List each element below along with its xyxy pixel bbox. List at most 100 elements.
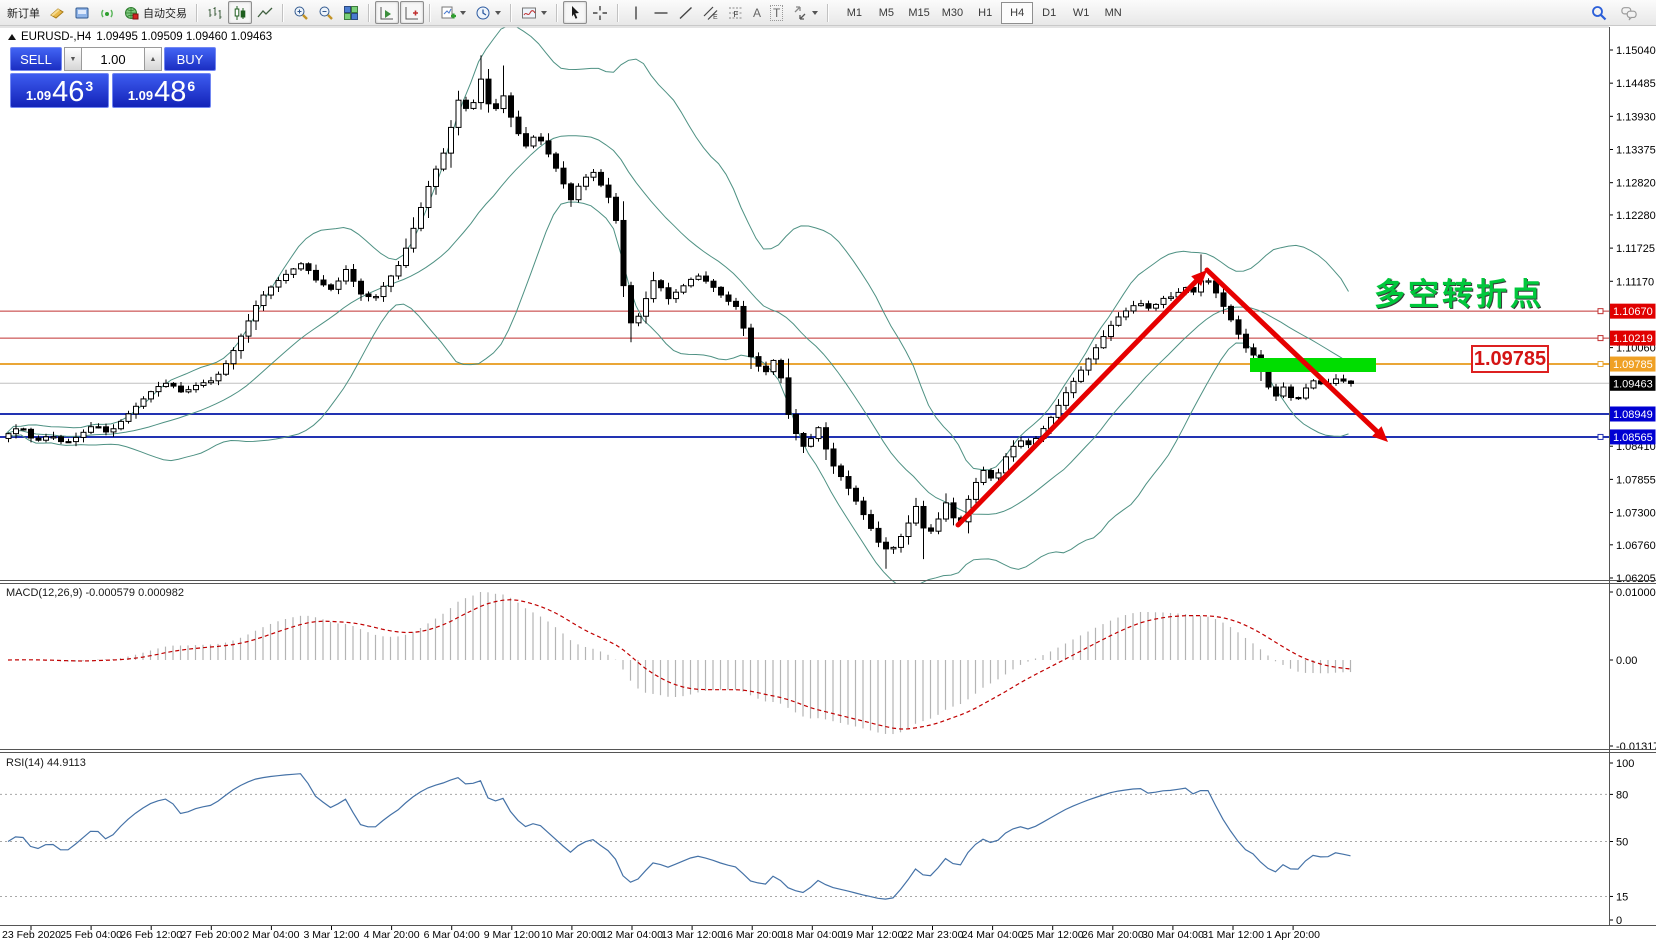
candlestick [621,220,626,285]
gold-pad-icon [49,5,65,21]
bar-chart-button[interactable] [203,1,227,24]
candlestick [599,172,604,185]
candlestick [1109,325,1114,336]
line-handle[interactable] [1598,362,1603,367]
turning-point-annotation[interactable]: 多空转折点 [1374,278,1544,312]
candlestick [254,306,259,321]
timeframe-w1[interactable]: W1 [1065,2,1097,24]
template-icon [521,5,537,21]
fibonacci-button[interactable]: F [724,1,748,24]
price-line-label: 1.09785 [1613,359,1653,371]
line-handle[interactable] [1598,309,1603,314]
tile-windows-button[interactable] [339,1,363,24]
sell-button[interactable]: SELL [10,47,62,71]
timeframe-mn[interactable]: MN [1097,2,1129,24]
candlestick [951,503,956,518]
timeframe-h4[interactable]: H4 [1001,2,1033,24]
text-tool-button[interactable]: A [749,1,765,24]
candlestick [1124,311,1129,317]
timeframe-m1[interactable]: M1 [838,2,870,24]
line-chart-button[interactable] [253,1,277,24]
clock-icon [475,5,491,21]
candlestick [1274,387,1279,396]
candlestick [696,276,701,279]
timeframe-h1[interactable]: H1 [969,2,1001,24]
chart-shift-button[interactable] [400,1,424,24]
price-axis[interactable]: 1.150401.144851.139301.133751.128201.122… [1609,45,1656,585]
zoom-in-button[interactable] [289,1,313,24]
charts-button[interactable] [45,1,69,24]
price-tag-annotation[interactable]: 1.09785 [1471,345,1549,373]
new-order-button[interactable]: 新订单 [3,1,44,24]
horizontal-line-button[interactable] [649,1,673,24]
candlestick [1026,441,1031,445]
candlestick [854,488,859,501]
volume-down-button[interactable]: ▼ [64,47,82,71]
buy-button[interactable]: BUY [164,47,216,71]
time-axis-label: 30 Mar 04:00 [1142,929,1204,941]
price-line-label: 1.08949 [1613,409,1653,421]
chart-area[interactable]: 1.150401.144851.139301.133751.128201.122… [0,0,1656,944]
trend-arrow[interactable] [1207,270,1382,436]
candlestick [1341,379,1346,381]
time-axis-label: 24 Mar 04:00 [962,929,1024,941]
candlestick [1079,370,1084,381]
search-icon[interactable] [1591,5,1607,21]
macd-panel[interactable]: 0.0100020.00-0.013171 [8,587,1656,753]
chat-icon[interactable] [1621,5,1637,21]
separator [282,4,284,22]
candles[interactable] [6,55,1354,568]
candlestick [606,185,611,197]
sell-price-box[interactable]: 1.09 46 3 [10,73,109,108]
templates-button[interactable] [517,1,551,24]
candlestick [794,414,799,433]
candlestick [711,281,716,287]
candlestick [104,427,109,432]
candlestick [344,269,349,281]
toolbar: 新订单 自动交易 [0,0,1656,26]
candlestick-chart-button[interactable] [228,1,252,24]
market-watch-button[interactable] [70,1,94,24]
trendline-button[interactable] [674,1,698,24]
label-tool-button[interactable]: T [766,1,787,24]
volume-field[interactable]: 1.00 [82,47,144,71]
autotrading-button[interactable]: 自动交易 [120,1,191,24]
horizontal-lines[interactable] [0,311,1609,437]
cursor-button[interactable] [563,1,587,24]
timeframe-d1[interactable]: D1 [1033,2,1065,24]
vertical-line-button[interactable] [624,1,648,24]
arrows-tool-button[interactable] [788,1,822,24]
candlestick [351,269,356,281]
line-handle[interactable] [1598,434,1603,439]
candlestick [1146,304,1151,308]
zoom-out-button[interactable] [314,1,338,24]
candlestick [374,297,379,298]
periods-button[interactable] [471,1,505,24]
candlestick [929,528,934,531]
timeframe-m5[interactable]: M5 [870,2,902,24]
timeframe-m30[interactable]: M30 [936,2,969,24]
candlestick [1154,304,1159,308]
line-handle[interactable] [1598,336,1603,341]
equidistant-channel-button[interactable]: E [699,1,723,24]
macd-axis-label: 0.00 [1616,655,1637,667]
collapse-triangle-icon[interactable] [8,34,16,40]
candlestick [539,137,544,141]
volume-up-button[interactable]: ▲ [144,47,162,71]
rsi-axis-label: 15 [1616,891,1628,903]
rsi-panel[interactable]: 1008050150 [0,758,1634,927]
auto-scroll-button[interactable] [375,1,399,24]
separator [429,4,431,22]
add-indicator-button[interactable] [436,1,470,24]
trend-arrow[interactable] [958,276,1201,525]
time-axis[interactable]: 23 Feb 202025 Feb 04:0026 Feb 12:0027 Fe… [2,925,1320,941]
candlestick [576,186,581,199]
candlestick [291,269,296,274]
candlestick [674,292,679,298]
bollinger-lower [6,202,1349,588]
signals-button[interactable] [95,1,119,24]
buy-price-box[interactable]: 1.09 48 6 [112,73,211,108]
timeframe-m15[interactable]: M15 [902,2,935,24]
caret-down-icon [495,11,501,15]
crosshair-button[interactable] [588,1,612,24]
